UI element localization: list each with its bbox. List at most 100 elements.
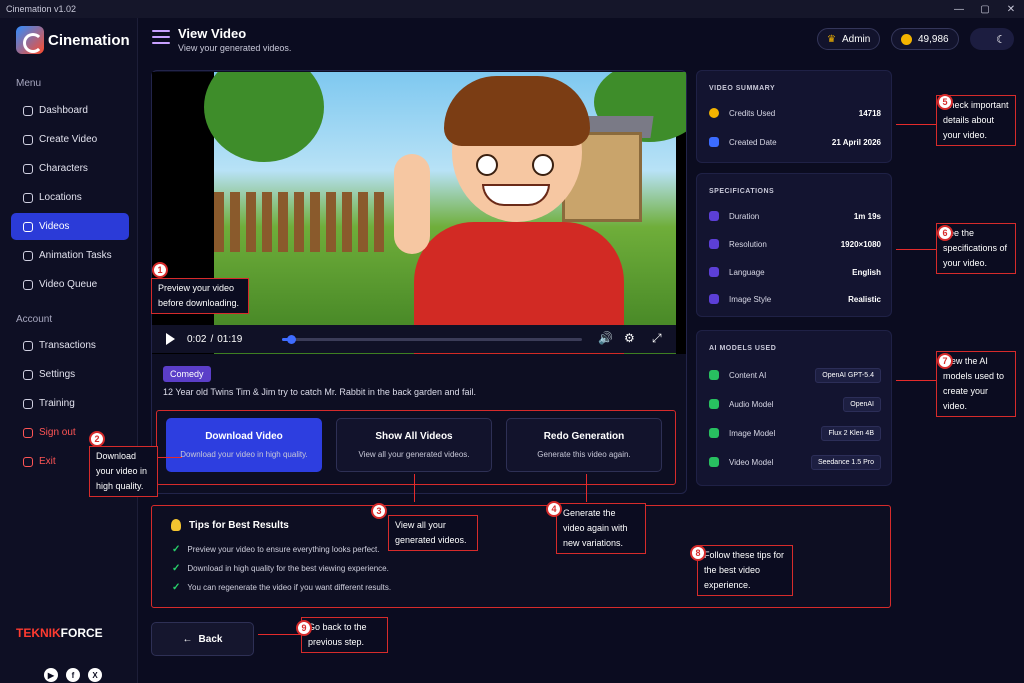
genre-tag: Comedy [163, 366, 211, 382]
ai-models-panel: AI MODELS USED Content AI OpenAI GPT-5.4 … [696, 330, 892, 486]
video-summary-panel: VIDEO SUMMARY Credits Used 14718 Created … [696, 70, 892, 163]
coin-icon [901, 33, 912, 45]
sidebar-item-locations[interactable]: Locations [11, 184, 129, 211]
seek-knob[interactable] [287, 335, 296, 344]
download-video-button[interactable]: Download Video Download your video in hi… [166, 418, 322, 472]
sidebar-item-videos[interactable]: Videos [11, 213, 129, 240]
user-icon [23, 163, 33, 174]
plus-icon [23, 134, 33, 145]
annotation-number: 1 [152, 262, 168, 278]
audio-icon [709, 399, 719, 409]
summary-row: Credits Used 14718 [709, 103, 881, 123]
queue-icon [23, 279, 33, 290]
spec-row: Duration 1m 19s [709, 206, 881, 226]
spec-row: Resolution 1920×1080 [709, 234, 881, 254]
sidebar-item-training[interactable]: Training [11, 390, 129, 417]
logo-icon [16, 26, 44, 54]
moon-icon: ☾ [996, 33, 1006, 46]
arrow-left-icon: ← [182, 633, 193, 645]
annotation-1: Preview your video before downloading. [151, 278, 249, 314]
exit-icon [23, 456, 33, 467]
annotation-number: 7 [937, 353, 953, 369]
window-title: Cinemation v1.02 [6, 4, 77, 14]
image-icon [709, 294, 719, 304]
tip-item: ✓ You can regenerate the video if you wan… [172, 582, 392, 593]
refresh-icon [23, 340, 33, 351]
theme-toggle[interactable]: ☾ [970, 28, 1014, 50]
facebook-icon[interactable]: f [66, 668, 80, 682]
annotation-8: Follow these tips for the best video exp… [697, 545, 793, 596]
tip-item: ✓ Download in high quality for the best v… [172, 563, 389, 574]
title-bar: Cinemation v1.02 — ▢ ✕ [0, 0, 1024, 18]
models-title: AI MODELS USED [709, 345, 777, 352]
annotation-number: 6 [937, 225, 953, 241]
specs-title: SPECIFICATIONS [709, 188, 775, 195]
sidebar-item-settings[interactable]: Settings [11, 361, 129, 388]
time-total: 01:19 [217, 333, 243, 345]
annotation-number: 8 [690, 545, 706, 561]
sidebar-item-dashboard[interactable]: Dashboard [11, 97, 129, 124]
credits-pill[interactable]: 49,986 [891, 28, 959, 50]
sidebar-item-characters[interactable]: Characters [11, 155, 129, 182]
annotation-number: 2 [89, 431, 105, 447]
sidebar: Cinemation Menu Dashboard Create Video C… [0, 18, 138, 683]
youtube-icon[interactable]: ▶ [44, 668, 58, 682]
menu-toggle-icon[interactable] [152, 30, 170, 44]
social-links: ▶ f X [44, 668, 102, 682]
time-current: 0:02 [187, 333, 207, 345]
close-button[interactable]: ✕ [998, 4, 1024, 15]
annotation-3: View all your generated videos. [388, 515, 478, 551]
model-row: Content AI OpenAI GPT-5.4 [709, 365, 881, 385]
maximize-button[interactable]: ▢ [972, 4, 998, 15]
menu-section-label: Menu [16, 78, 42, 89]
show-all-videos-button[interactable]: Show All Videos View all your generated … [336, 418, 492, 472]
sidebar-item-animation-tasks[interactable]: Animation Tasks [11, 242, 129, 269]
sidebar-item-transactions[interactable]: Transactions [11, 332, 129, 359]
content-ai-icon [709, 370, 719, 380]
seek-bar[interactable] [282, 335, 582, 344]
list-icon [23, 250, 33, 261]
play-icon[interactable] [166, 333, 175, 345]
video-frame [204, 72, 686, 354]
clock-icon [709, 211, 719, 221]
annotation-9: Go back to the previous step. [301, 617, 388, 653]
summary-row: Created Date 21 April 2026 [709, 132, 881, 152]
sidebar-item-create-video[interactable]: Create Video [11, 126, 129, 153]
crown-icon: ♛ [827, 33, 836, 45]
annotation-number: 5 [937, 94, 953, 110]
resolution-icon [709, 239, 719, 249]
sidebar-item-sign-out[interactable]: Sign out [11, 419, 129, 446]
minimize-button[interactable]: — [946, 4, 972, 15]
spec-row: Language English [709, 262, 881, 282]
signout-icon [23, 427, 33, 438]
tip-item: ✓ Preview your video to ensure everything… [172, 544, 380, 555]
location-icon [23, 192, 33, 203]
coin-icon [709, 108, 719, 118]
app-name: Cinemation [48, 31, 130, 49]
app-logo[interactable]: Cinemation [16, 26, 130, 54]
volume-icon[interactable]: 🔊 [598, 331, 613, 345]
spec-row: Image Style Realistic [709, 289, 881, 309]
back-button[interactable]: ← Back [151, 622, 254, 656]
teknikforce-logo: TEKNIKFORCE [16, 626, 103, 640]
gear-icon[interactable]: ⚙ [624, 331, 635, 345]
page-title: View Video [178, 26, 247, 41]
x-icon[interactable]: X [88, 668, 102, 682]
page-header: View Video View your generated videos. ♛… [138, 18, 1024, 62]
fullscreen-icon[interactable]: ⤢ [652, 331, 662, 346]
check-icon: ✓ [172, 563, 181, 574]
annotation-number: 4 [546, 501, 562, 517]
model-row: Image Model Flux 2 Klen 4B [709, 423, 881, 443]
sidebar-item-video-queue[interactable]: Video Queue [11, 271, 129, 298]
specifications-panel: SPECIFICATIONS Duration 1m 19s Resolution… [696, 173, 892, 317]
model-row: Audio Model OpenAI [709, 394, 881, 414]
page-subtitle: View your generated videos. [178, 43, 292, 53]
model-row: Video Model Seedance 1.5 Pro [709, 452, 881, 472]
tips-title: Tips for Best Results [189, 520, 289, 531]
calendar-icon [709, 137, 719, 147]
user-pill[interactable]: ♛ Admin [817, 28, 881, 50]
player-controls: 0:02 / 01:19 🔊 ⚙ ⤢ [152, 325, 676, 353]
image-model-icon [709, 428, 719, 438]
summary-title: VIDEO SUMMARY [709, 85, 776, 92]
redo-generation-button[interactable]: Redo Generation Generate this video agai… [506, 418, 662, 472]
